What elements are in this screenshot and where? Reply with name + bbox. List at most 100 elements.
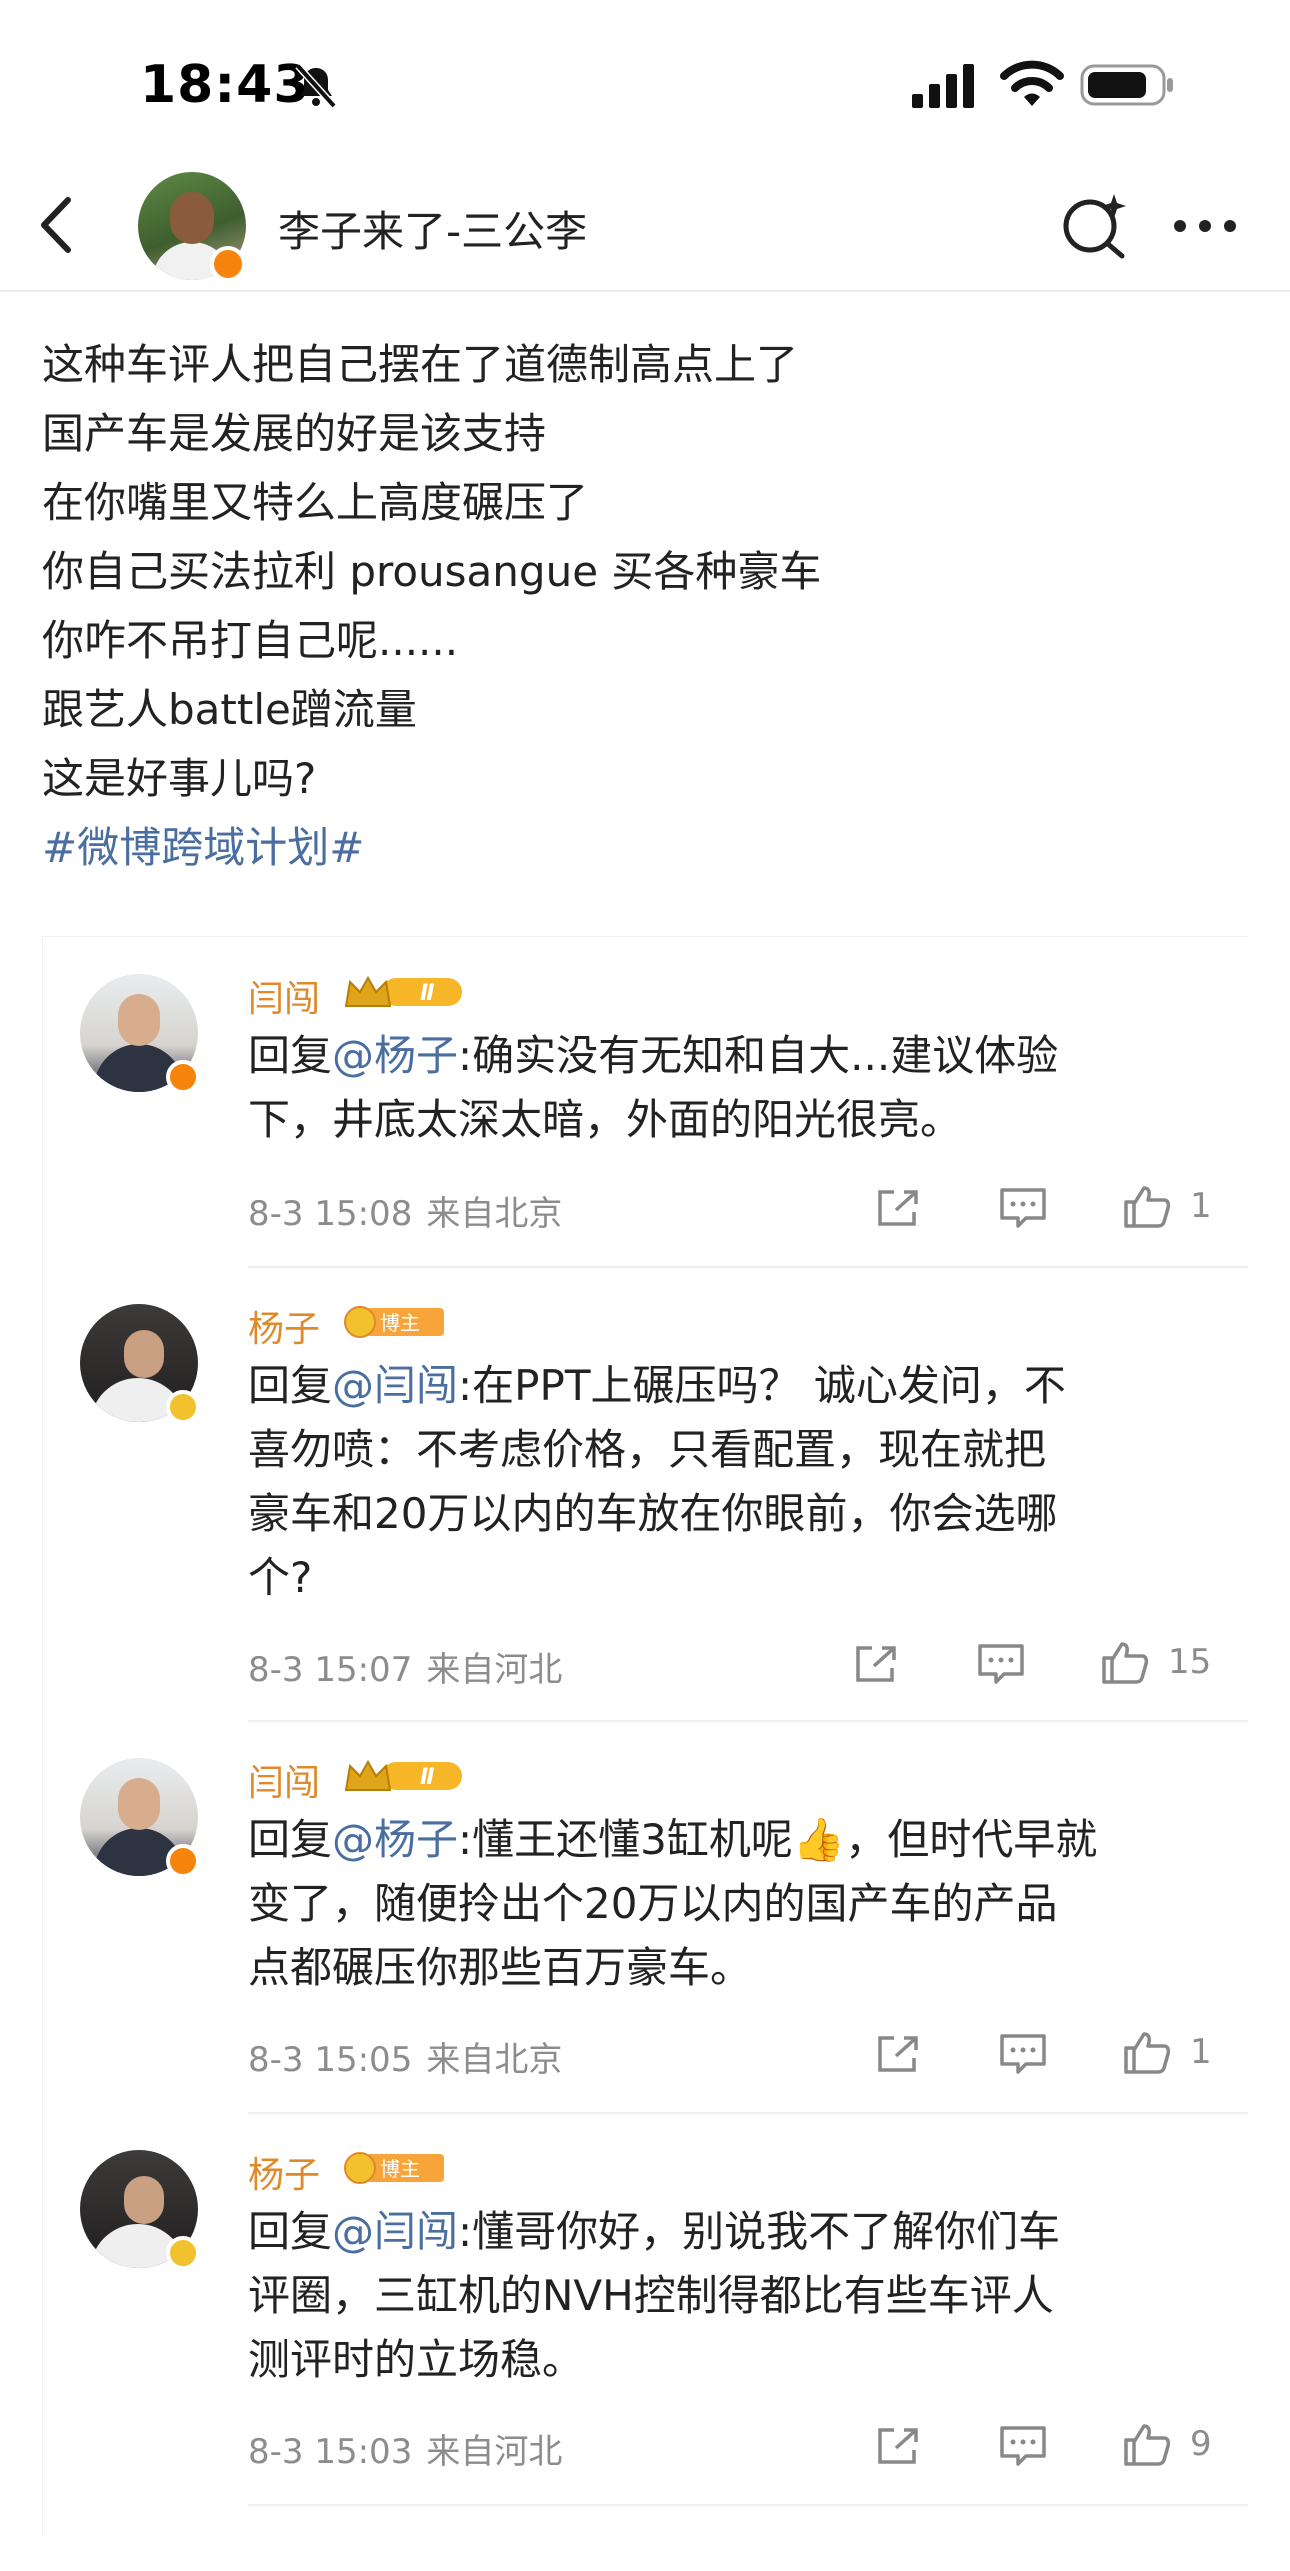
like-count: 9 [1190,2424,1212,2464]
avatar-face [170,192,214,244]
post-line: 你咋不吊打自己呢...... [42,616,459,665]
comment-bubble-icon[interactable] [998,2032,1048,2076]
comment-line: 回复@闫闯:懂哥你好，别说我不了解你们车 [248,2200,1238,2264]
like-count: 1 [1190,2032,1212,2072]
level-label: Ⅱ [420,981,435,1006]
avatar-face [124,1330,164,1378]
comment-meta: 8-3 15:03 来自河北 [248,2424,562,2473]
avatar-face [118,994,160,1046]
comment-date: 8-3 15:03 [248,2432,413,2472]
post-line: 这是好事儿吗? [42,754,317,803]
blogger-label: 博主 [380,1311,420,1335]
mention-link[interactable]: @闫闯 [332,2207,458,2256]
post-line: 在你嘴里又特么上高度碾压了 [42,478,589,527]
post-line: 这种车评人把自己摆在了道德制高点上了 [42,340,799,389]
commenter-name[interactable]: 杨子 [248,2146,320,2198]
comment-line: 评圈，三缸机的NVH控制得都比有些车评人 [248,2271,1054,2320]
comment-line-text: :懂王还懂3缸机呢👍，但时代早就 [458,1815,1098,1864]
comment-meta: 8-3 15:07 来自河北 [248,1642,562,1691]
comment-divider [248,1720,1248,1722]
reply-prefix: 回复 [248,1361,333,1410]
thumbs-up-icon[interactable] [1122,2422,1172,2466]
comment-line: 回复@闫闯:在PPT上碾压吗？ 诚心发问，不 [248,1354,1238,1418]
comment-line: 回复@杨子:懂王还懂3缸机呢👍，但时代早就 [248,1808,1238,1872]
comment-line: 豪车和20万以内的车放在你眼前，你会选哪 [248,1489,1058,1538]
reply-prefix: 回复 [248,2207,333,2256]
comment-source: 来自北京 [426,1194,563,1234]
avatar-face [124,2176,164,2224]
comment-section: 闫闯 Ⅱ 回复@杨子:确实没有无知和自大...建议体验 下，井底太深太暗，外面的… [42,936,1248,2536]
blogger-badge-icon: 博主 [344,1306,444,1338]
blogger-badge-icon: 博主 [344,2152,444,2184]
comment-bubble-icon[interactable] [998,2424,1048,2468]
battery-icon [1080,64,1173,106]
share-icon[interactable] [874,2032,924,2076]
like-count: 1 [1190,1186,1212,1226]
comment-divider [248,2112,1248,2114]
comment-line: 喜勿喷：不考虑价格，只看配置，现在就把 [248,1425,1047,1474]
reply-prefix: 回复 [248,1031,333,1080]
comment-line: 点都碾压你那些百万豪车。 [248,1943,753,1992]
comment-divider [248,1266,1248,1268]
post-line: 跟艺人battle蹭流量 [42,685,417,734]
thumbs-up-icon[interactable] [1122,1184,1172,1228]
comment-meta: 8-3 15:08 来自北京 [248,1186,562,1235]
comment-source: 来自河北 [426,2432,563,2472]
thumbs-up-icon[interactable] [1100,1640,1150,1684]
commenter-name[interactable]: 闫闯 [248,970,320,1022]
comment-line: 个? [248,1553,313,1602]
comment-divider [248,2504,1248,2506]
search-sparkle-icon[interactable] [1060,190,1130,260]
verified-badge-icon [166,2236,200,2270]
comment-text: 回复@闫闯:在PPT上碾压吗？ 诚心发问，不 喜勿喷：不考虑价格，只看配置，现在… [248,1354,1238,1610]
post-line: 国产车是发展的好是该支持 [42,409,547,458]
post-line: 你自己买法拉利 prousangue 买各种豪车 [42,547,822,596]
comment-date: 8-3 15:08 [248,1194,413,1234]
comment-line-text: :确实没有无知和自大...建议体验 [458,1031,1059,1080]
verified-badge-icon [166,1844,200,1878]
share-icon[interactable] [852,1642,902,1686]
comment-bubble-icon[interactable] [998,1186,1048,1230]
comment-line: 变了，随便拎出个20万以内的国产车的产品 [248,1879,1058,1928]
status-time: 18:43 [140,55,311,115]
comment-source: 来自北京 [426,2040,563,2080]
mention-link[interactable]: @闫闯 [332,1361,458,1410]
nav-bar: 李子来了-三公李 [0,150,1290,292]
author-name[interactable]: 李子来了-三公李 [278,198,587,259]
commenter-name[interactable]: 杨子 [248,1300,320,1352]
comment-line: 测评时的立场稳。 [248,2335,585,2384]
crown-level-badge-icon: Ⅱ [344,1759,462,1791]
mention-link[interactable]: @杨子 [332,1815,458,1864]
avatar-face [118,1778,160,1830]
status-bar: 18:43 [0,0,1290,150]
level-label: Ⅱ [420,1765,435,1790]
comment-date: 8-3 15:05 [248,2040,413,2080]
more-dots-icon[interactable] [1170,214,1240,238]
verified-badge-icon [166,1060,200,1094]
signal-icon [912,64,974,108]
comment-text: 回复@闫闯:懂哥你好，别说我不了解你们车 评圈，三缸机的NVH控制得都比有些车评… [248,2200,1238,2392]
post-body: 这种车评人把自己摆在了道德制高点上了 国产车是发展的好是该支持 在你嘴里又特么上… [42,330,1242,882]
topic-hashtag-link[interactable]: #微博跨域计划# [42,813,1242,882]
verified-badge-icon [210,246,246,282]
comment-line: 回复@杨子:确实没有无知和自大...建议体验 [248,1024,1238,1088]
share-icon[interactable] [874,2424,924,2468]
back-chevron-icon[interactable] [30,190,90,260]
crown-level-badge-icon: Ⅱ [344,975,462,1007]
like-count: 15 [1168,1642,1212,1682]
comment-bubble-icon[interactable] [976,1642,1026,1686]
comment-line-text: :懂哥你好，别说我不了解你们车 [458,2207,1061,2256]
blogger-label: 博主 [380,2157,420,2181]
mention-link[interactable]: @杨子 [332,1031,458,1080]
comment-meta: 8-3 15:05 来自北京 [248,2032,562,2081]
wifi-icon [1000,60,1064,106]
share-icon[interactable] [874,1186,924,1230]
comment-line-text: :在PPT上碾压吗？ 诚心发问，不 [458,1361,1066,1410]
commenter-name[interactable]: 闫闯 [248,1754,320,1806]
comment-date: 8-3 15:07 [248,1650,413,1690]
verified-badge-icon [166,1390,200,1424]
comment-line: 下，井底太深太暗，外面的阳光很亮。 [248,1095,963,1144]
home-indicator-area [0,2538,1290,2571]
comment-text: 回复@杨子:懂王还懂3缸机呢👍，但时代早就 变了，随便拎出个20万以内的国产车的… [248,1808,1238,2000]
thumbs-up-icon[interactable] [1122,2030,1172,2074]
